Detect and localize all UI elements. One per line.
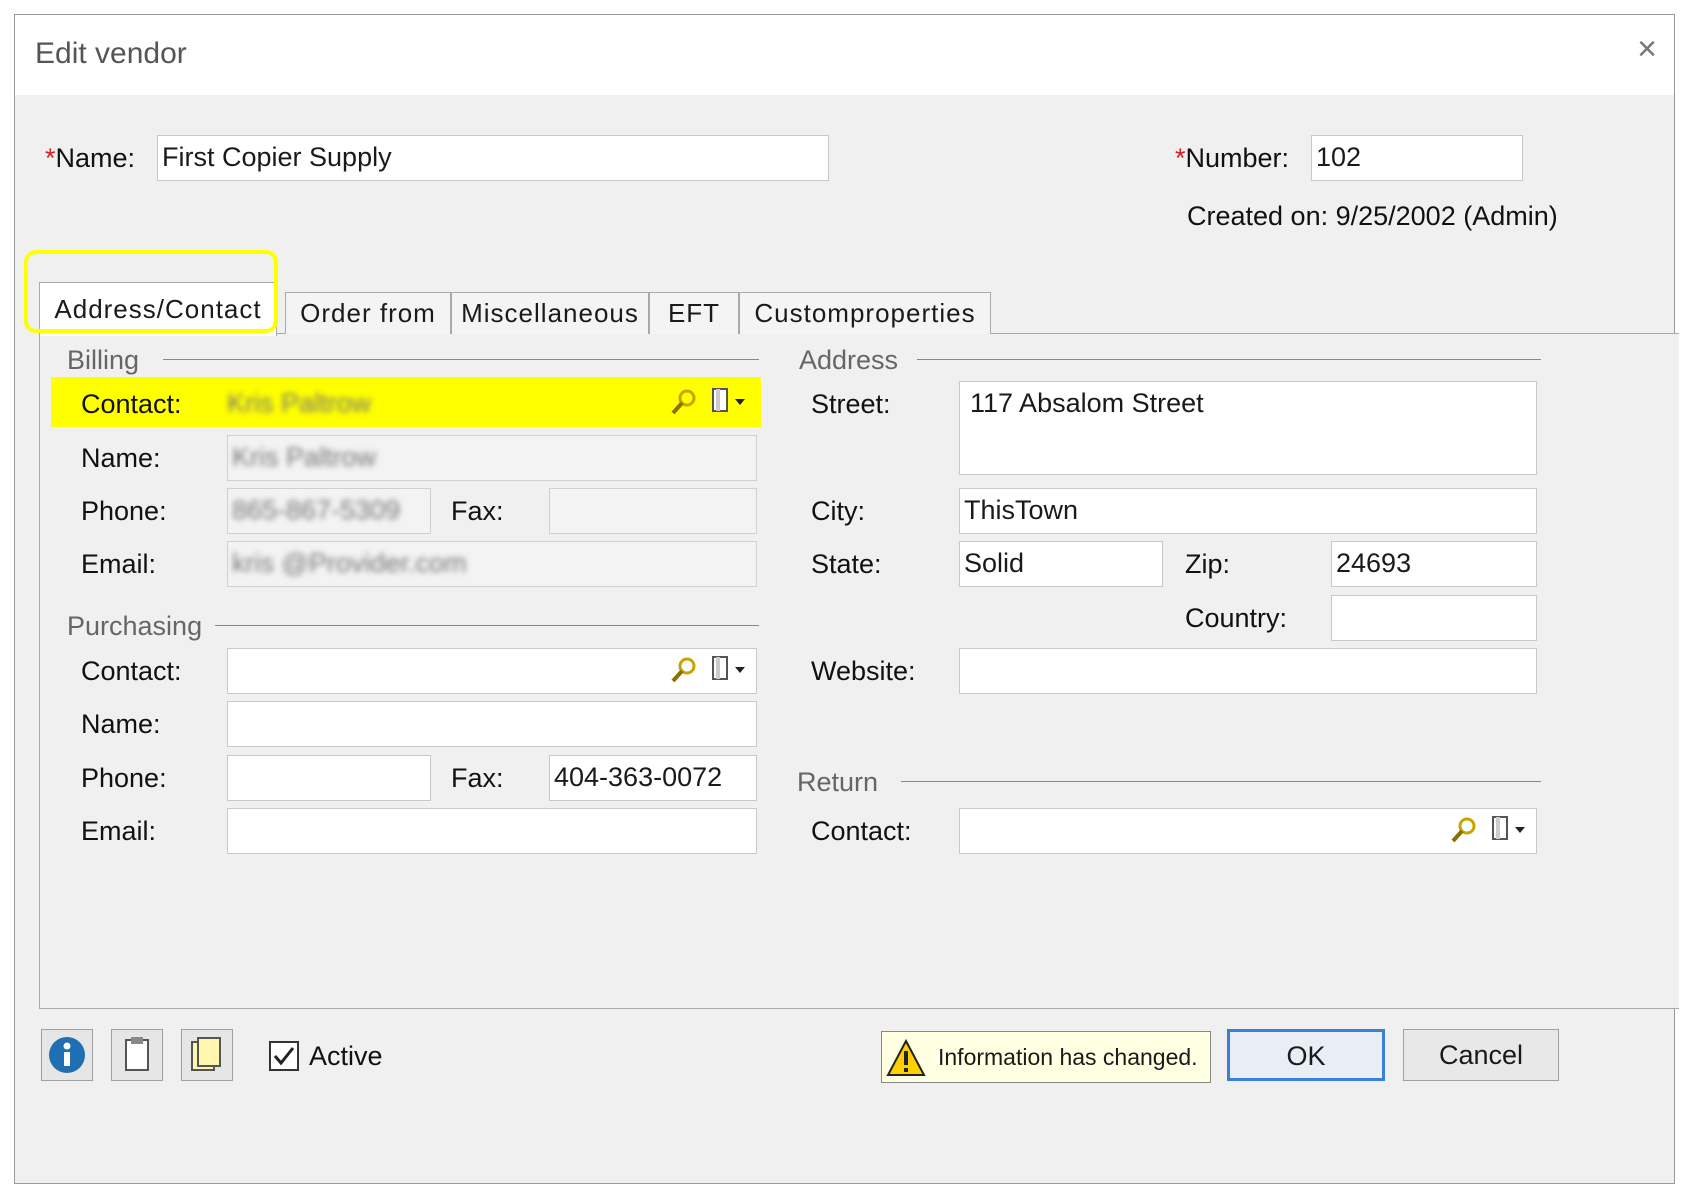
warning-text: Information has changed.	[938, 1044, 1198, 1070]
billing-phone-field[interactable]: 865-867-5309	[227, 488, 431, 534]
website-label: Website:	[811, 656, 916, 686]
info-icon	[49, 1037, 85, 1073]
country-field[interactable]	[1331, 595, 1537, 641]
purchasing-phone-field[interactable]	[227, 755, 431, 801]
billing-email-field[interactable]: kris @Provider.com	[227, 541, 757, 587]
purchasing-divider	[215, 625, 759, 626]
purchasing-phone-label: Phone:	[81, 763, 167, 793]
return-contact-label: Contact:	[811, 816, 912, 846]
address-group-title: Address	[799, 345, 899, 375]
billing-divider	[163, 359, 759, 360]
search-icon[interactable]	[669, 655, 699, 685]
billing-phone-label: Phone:	[81, 496, 167, 526]
close-icon[interactable]: ×	[1627, 29, 1667, 69]
zip-field[interactable]: 24693	[1331, 541, 1537, 587]
city-field[interactable]: ThisTown	[959, 488, 1537, 534]
billing-contact-label: Contact:	[81, 389, 182, 419]
edit-vendor-dialog: Edit vendor × *Name: First Copier Supply…	[14, 14, 1679, 1184]
country-label: Country:	[1185, 603, 1288, 633]
title-bar: Edit vendor ×	[15, 15, 1674, 95]
info-button[interactable]	[41, 1029, 93, 1081]
contact-card-dropdown-icon[interactable]	[709, 385, 749, 417]
tab-custom-properties[interactable]: Customproperties	[739, 292, 991, 334]
billing-name-field[interactable]: Kris Paltrow	[227, 435, 757, 481]
checkmark-icon	[273, 1047, 295, 1066]
purchasing-fax-label: Fax:	[451, 763, 504, 793]
billing-group-title: Billing	[67, 345, 140, 375]
dialog-title: Edit vendor	[35, 37, 187, 70]
return-divider	[901, 781, 1541, 782]
change-warning-box: Information has changed.	[881, 1031, 1211, 1083]
active-checkbox[interactable]	[269, 1041, 299, 1071]
purchasing-fax-field[interactable]: 404-363-0072	[549, 755, 757, 801]
notes-icon	[191, 1037, 221, 1071]
warning-icon	[886, 1038, 926, 1076]
billing-fax-label: Fax:	[451, 496, 504, 526]
notes-button[interactable]	[181, 1029, 233, 1081]
billing-email-label: Email:	[81, 549, 157, 579]
ok-button[interactable]: OK	[1227, 1029, 1385, 1081]
number-label: *Number:	[1175, 143, 1290, 173]
return-group-title: Return	[797, 767, 879, 797]
contact-card-dropdown-icon[interactable]	[709, 653, 749, 685]
zip-label: Zip:	[1185, 549, 1231, 579]
city-label: City:	[811, 496, 865, 526]
tab-eft[interactable]: EFT	[649, 292, 739, 334]
attachment-button[interactable]	[111, 1029, 163, 1081]
purchasing-name-label: Name:	[81, 709, 161, 739]
clipboard-icon	[125, 1037, 149, 1071]
purchasing-email-field[interactable]	[227, 808, 757, 854]
billing-fax-field[interactable]	[549, 488, 757, 534]
tab-order-from[interactable]: Order from	[285, 292, 451, 334]
name-label: *Name:	[45, 143, 136, 173]
purchasing-contact-label: Contact:	[81, 656, 182, 686]
vendor-number-field[interactable]: 102	[1311, 135, 1523, 181]
billing-contact-value: Kris Paltrow	[227, 388, 372, 418]
tab-highlight-annotation	[24, 250, 278, 333]
search-icon[interactable]	[1449, 815, 1479, 845]
purchasing-name-field[interactable]	[227, 701, 757, 747]
street-label: Street:	[811, 389, 891, 419]
vendor-name-field[interactable]: First Copier Supply	[157, 135, 829, 181]
active-label: Active	[309, 1041, 383, 1071]
search-icon[interactable]	[669, 387, 699, 417]
purchasing-email-label: Email:	[81, 816, 157, 846]
street-field[interactable]: 117 Absalom Street	[959, 381, 1537, 475]
state-label: State:	[811, 549, 882, 579]
state-field[interactable]: Solid	[959, 541, 1163, 587]
website-field[interactable]	[959, 648, 1537, 694]
billing-name-label: Name:	[81, 443, 161, 473]
address-divider	[917, 359, 1541, 360]
contact-card-dropdown-icon[interactable]	[1489, 813, 1529, 845]
cancel-button[interactable]: Cancel	[1403, 1029, 1559, 1081]
tab-miscellaneous[interactable]: Miscellaneous	[451, 292, 649, 334]
created-on-text: Created on: 9/25/2002 (Admin)	[1187, 201, 1558, 231]
purchasing-group-title: Purchasing	[67, 611, 203, 641]
